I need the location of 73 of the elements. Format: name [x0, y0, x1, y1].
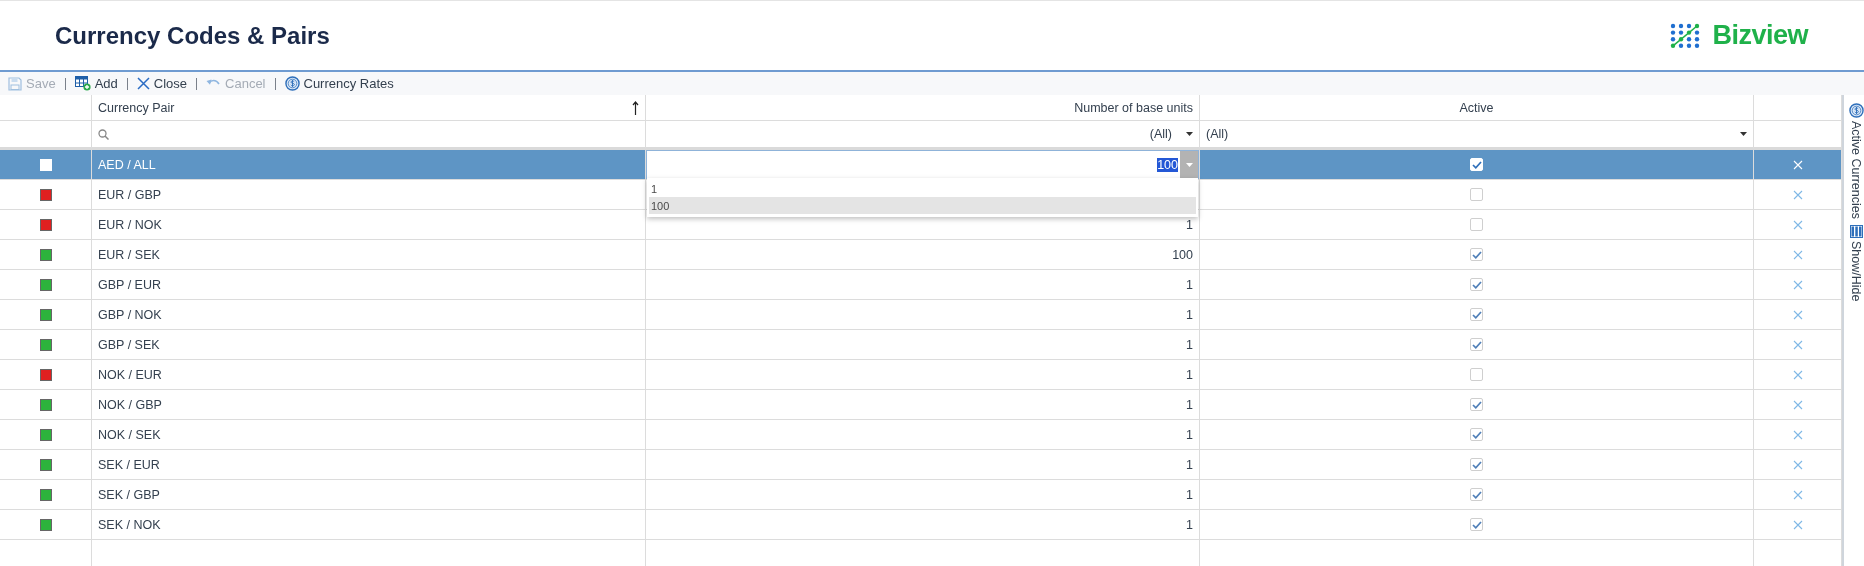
- delete-icon[interactable]: [1792, 369, 1803, 380]
- caret-icon: [1185, 162, 1193, 167]
- table-cell: NOK / GBP: [98, 397, 162, 412]
- table-cell: GBP / NOK: [98, 307, 162, 322]
- dollar-icon: [1848, 103, 1864, 118]
- delete-icon[interactable]: [1792, 279, 1803, 290]
- table-cell: SEK / EUR: [98, 457, 160, 472]
- table-cell: NOK / EUR: [98, 367, 162, 382]
- table-cell: GBP / SEK: [98, 337, 160, 352]
- units-filter-dropdown[interactable]: (All): [652, 121, 1193, 147]
- table-cell: GBP / EUR: [98, 277, 161, 292]
- columns-icon: [1849, 224, 1863, 238]
- table-cell: 1: [1186, 337, 1193, 352]
- dot-grid-logo-icon: [1670, 22, 1701, 49]
- active-checkbox[interactable]: [1470, 188, 1483, 201]
- delete-icon[interactable]: [1792, 399, 1803, 410]
- delete-icon[interactable]: [1792, 429, 1803, 440]
- logo-text: Bizview: [1712, 20, 1808, 51]
- table-cell: 1: [1186, 397, 1193, 412]
- table-cell: SEK / NOK: [98, 517, 161, 532]
- table-cell: 1: [1186, 367, 1193, 382]
- dropdown-option[interactable]: 100: [649, 197, 1196, 214]
- table-cell: EUR / GBP: [98, 187, 162, 202]
- toolbar-button[interactable]: Add: [72, 76, 120, 91]
- delete-icon[interactable]: [1792, 459, 1803, 470]
- active-checkbox[interactable]: [1470, 458, 1483, 471]
- column-header[interactable]: Number of base units: [1074, 100, 1193, 115]
- active-checkbox[interactable]: [1470, 278, 1483, 291]
- column-header[interactable]: Active: [1459, 100, 1494, 115]
- active-checkbox[interactable]: [1470, 368, 1483, 381]
- active-checkbox[interactable]: [1470, 518, 1483, 531]
- table-cell: 1: [1186, 217, 1193, 232]
- caret-icon: [1740, 132, 1747, 136]
- active-checkbox[interactable]: [1470, 488, 1483, 501]
- table-cell: EUR / NOK: [98, 217, 162, 232]
- table-add-icon: [74, 76, 91, 91]
- dropdown-button[interactable]: [1180, 151, 1198, 178]
- table-cell: 1: [1186, 457, 1193, 472]
- delete-icon[interactable]: [1792, 309, 1803, 320]
- active-filter-dropdown[interactable]: (All): [1206, 121, 1747, 147]
- active-checkbox[interactable]: [1470, 338, 1483, 351]
- page-title: Currency Codes & Pairs: [55, 21, 330, 50]
- toolbar-button[interactable]: Currency Rates: [282, 76, 396, 91]
- delete-icon[interactable]: [1792, 489, 1803, 500]
- active-checkbox[interactable]: [1470, 308, 1483, 321]
- table-cell: 1: [1186, 307, 1193, 322]
- search-icon: [98, 128, 109, 140]
- table-cell: 1: [1186, 487, 1193, 502]
- table-cell: SEK / GBP: [98, 487, 160, 502]
- delete-icon[interactable]: [1792, 249, 1803, 260]
- delete-icon[interactable]: [1792, 189, 1803, 200]
- delete-icon[interactable]: [1792, 339, 1803, 350]
- active-checkbox[interactable]: [1470, 248, 1483, 261]
- caret-icon: [1186, 132, 1193, 136]
- active-checkbox[interactable]: [1470, 428, 1483, 441]
- toolbar-button[interactable]: Close: [134, 76, 190, 91]
- delete-icon[interactable]: [1792, 519, 1803, 530]
- dollar-icon: [284, 76, 300, 91]
- side-panel-tab[interactable]: Show/Hide: [1849, 224, 1863, 302]
- table-cell: EUR / SEK: [98, 247, 160, 262]
- active-checkbox[interactable]: [1470, 398, 1483, 411]
- column-header[interactable]: Currency Pair: [98, 100, 175, 115]
- active-checkbox[interactable]: [1470, 218, 1483, 231]
- table-cell: 1: [1186, 427, 1193, 442]
- table-cell: 1: [1186, 517, 1193, 532]
- table-cell: NOK / SEK: [98, 427, 161, 442]
- delete-icon[interactable]: [1792, 219, 1803, 230]
- table-cell: 1: [1186, 277, 1193, 292]
- table-cell: AED / ALL: [98, 157, 156, 172]
- side-panel-tab[interactable]: Active Currencies: [1848, 103, 1864, 219]
- close-icon: [136, 77, 150, 90]
- table-cell: 100: [1172, 247, 1193, 262]
- sort-ascending-icon: [632, 100, 639, 115]
